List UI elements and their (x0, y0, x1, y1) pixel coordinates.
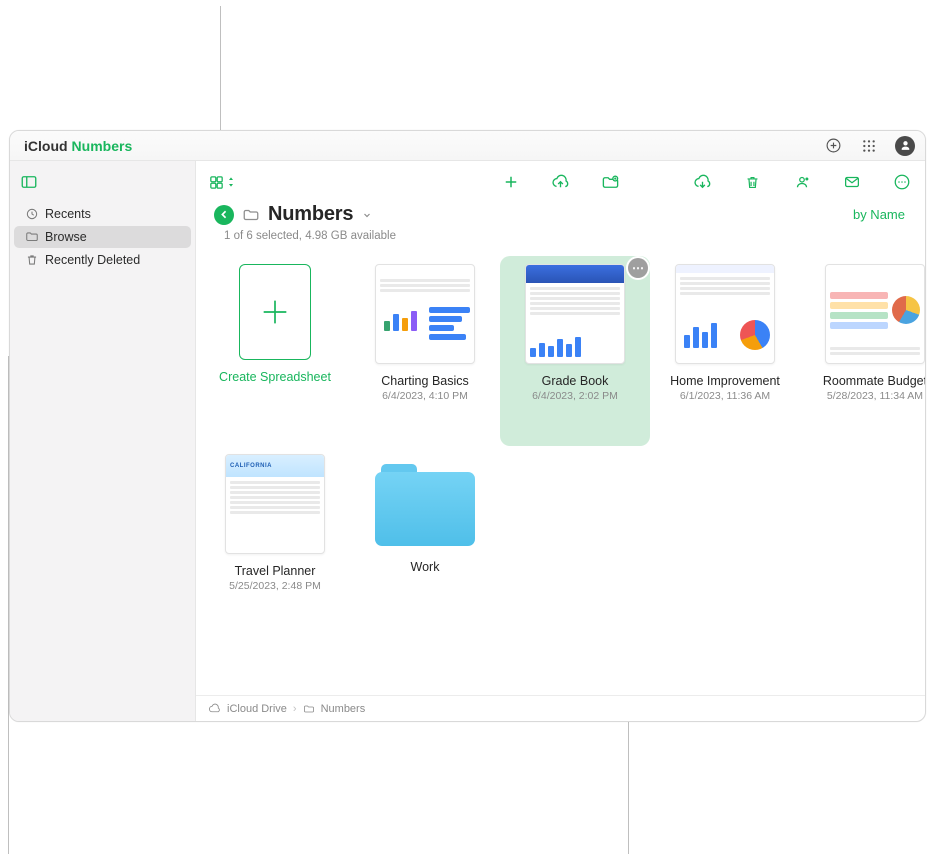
file-name: Home Improvement (670, 374, 780, 388)
folder-icon (303, 703, 315, 715)
sidebar-item-label: Recents (45, 207, 91, 221)
file-date: 5/28/2023, 11:34 AM (827, 390, 923, 402)
breadcrumb-current[interactable]: Numbers (321, 703, 366, 715)
chevron-right-icon: › (293, 703, 297, 715)
file-tile[interactable]: CALIFORNIA Travel Planner 5/25/2023, 2:4… (200, 446, 350, 636)
share-people-icon[interactable] (789, 169, 815, 195)
new-document-icon[interactable] (498, 169, 524, 195)
sidebar: Recents Browse Recently Deleted (10, 161, 196, 721)
file-name: Roommate Budget (823, 374, 925, 388)
folder-thumbnail (375, 464, 475, 546)
upload-icon[interactable] (548, 169, 574, 195)
file-thumbnail: CALIFORNIA (225, 454, 325, 554)
sidebar-item-browse[interactable]: Browse (14, 226, 191, 248)
file-tile[interactable]: Home Improvement 6/1/2023, 11:36 AM (650, 256, 800, 446)
app-brand[interactable]: iCloud Numbers (20, 138, 132, 154)
clock-icon (24, 207, 39, 222)
account-avatar-icon[interactable] (895, 136, 915, 156)
trash-icon (24, 253, 39, 268)
file-date: 6/4/2023, 2:02 PM (532, 390, 618, 402)
breadcrumb: iCloud Drive › Numbers (196, 695, 925, 721)
brand-icloud: iCloud (24, 138, 68, 154)
file-thumbnail (825, 264, 925, 364)
cloud-icon (208, 702, 221, 715)
delete-icon[interactable] (739, 169, 765, 195)
file-thumbnail (375, 264, 475, 364)
file-name: Travel Planner (235, 564, 316, 578)
sort-button[interactable]: by Name (853, 207, 907, 222)
app-grid-icon[interactable] (860, 137, 877, 154)
selection-info: 1 of 6 selected, 4.98 GB available (196, 226, 925, 246)
titlebar: iCloud Numbers (10, 131, 925, 161)
view-options-icon[interactable] (206, 169, 237, 195)
file-grid: Create Spreadsheet (196, 246, 925, 695)
main-panel: Numbers by Name 1 of 6 selected, 4.98 GB… (196, 161, 925, 721)
sidebar-item-label: Recently Deleted (45, 253, 140, 267)
create-spreadsheet-tile[interactable]: Create Spreadsheet (200, 256, 350, 446)
file-date: 6/1/2023, 11:36 AM (680, 390, 770, 402)
more-actions-icon[interactable] (889, 169, 915, 195)
new-folder-icon[interactable] (598, 169, 624, 195)
file-date: 6/4/2023, 4:10 PM (382, 390, 468, 402)
file-thumbnail (525, 264, 625, 364)
folder-tile[interactable]: Work (350, 446, 500, 636)
chevron-down-icon[interactable] (361, 209, 373, 221)
file-thumbnail (675, 264, 775, 364)
breadcrumb-root[interactable]: iCloud Drive (227, 703, 287, 715)
add-circle-icon[interactable] (825, 137, 842, 154)
brand-app: Numbers (72, 138, 133, 154)
location-title[interactable]: Numbers (268, 203, 353, 226)
folder-name: Work (411, 560, 440, 574)
file-tile[interactable]: ⋯ Grade Book 6/4/2023, 2:02 PM (500, 256, 650, 446)
tile-more-icon[interactable]: ⋯ (628, 258, 648, 278)
location-header: Numbers by Name (196, 203, 925, 226)
back-button[interactable] (214, 205, 234, 225)
sidebar-item-recently-deleted[interactable]: Recently Deleted (14, 249, 191, 271)
create-spreadsheet-thumb (239, 264, 311, 360)
toolbar (196, 161, 925, 203)
file-tile[interactable]: Charting Basics 6/4/2023, 4:10 PM (350, 256, 500, 446)
file-name: Charting Basics (381, 374, 469, 388)
location-folder-icon (242, 206, 260, 224)
file-tile[interactable]: Roommate Budget 5/28/2023, 11:34 AM (800, 256, 925, 446)
sidebar-item-recents[interactable]: Recents (14, 203, 191, 225)
file-name: Grade Book (542, 374, 609, 388)
sidebar-item-label: Browse (45, 230, 87, 244)
email-icon[interactable] (839, 169, 865, 195)
create-spreadsheet-label: Create Spreadsheet (219, 370, 331, 384)
app-window: iCloud Numbers (9, 130, 926, 722)
download-icon[interactable] (689, 169, 715, 195)
folder-icon (24, 230, 39, 245)
file-date: 5/25/2023, 2:48 PM (229, 580, 321, 592)
toggle-sidebar-icon[interactable] (16, 169, 42, 195)
